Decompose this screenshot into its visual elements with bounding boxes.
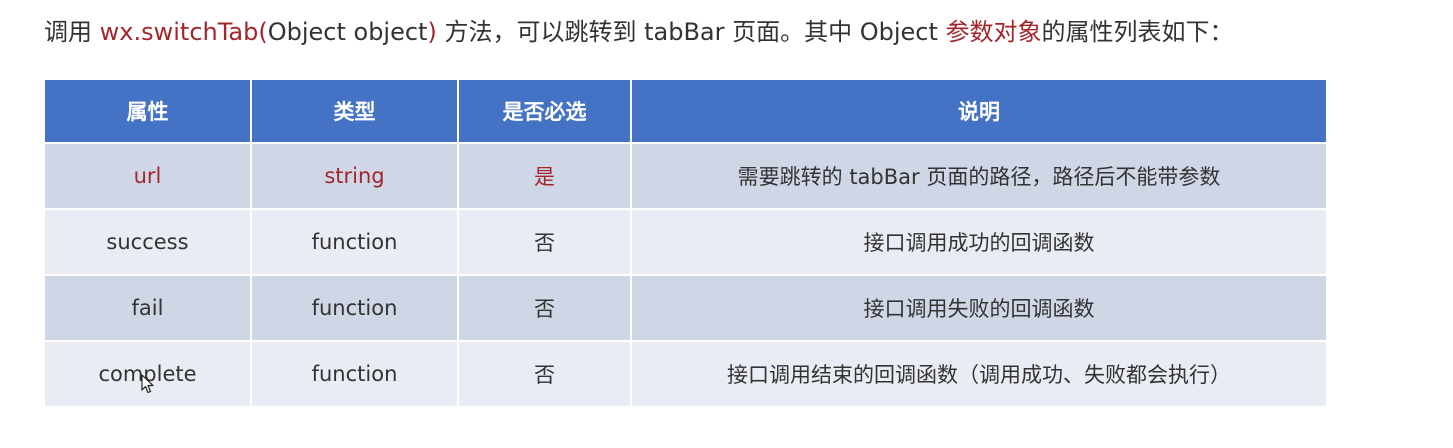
cell-description: 需要跳转的 tabBar 页面的路径，路径后不能带参数: [632, 144, 1326, 208]
cell-name: fail: [45, 276, 250, 340]
intro-paren: ): [427, 18, 437, 46]
intro-param: Object object: [267, 18, 428, 46]
header-attribute: 属性: [45, 80, 250, 142]
intro-param-object: 参数对象: [945, 18, 1042, 46]
intro-api-name: wx.switchTab(: [99, 18, 268, 46]
table-row: url string 是 需要跳转的 tabBar 页面的路径，路径后不能带参数: [45, 144, 1326, 208]
cell-type: function: [252, 342, 457, 406]
intro-part-3: 的属性列表如下：: [1041, 18, 1234, 46]
cell-required: 否: [459, 342, 630, 406]
cell-name: url: [45, 144, 250, 208]
mouse-pointer-icon: [141, 374, 155, 394]
cell-name: success: [45, 210, 250, 274]
cell-required: 否: [459, 276, 630, 340]
cell-description: 接口调用结束的回调函数（调用成功、失败都会执行）: [632, 342, 1326, 406]
cell-type: function: [252, 276, 457, 340]
header-type: 类型: [252, 80, 457, 142]
cell-required: 是: [459, 144, 630, 208]
table-header-row: 属性 类型 是否必选 说明: [45, 80, 1326, 142]
cell-type: string: [252, 144, 457, 208]
header-description: 说明: [632, 80, 1326, 142]
intro-part-1: 调用: [44, 18, 100, 46]
cell-description: 接口调用失败的回调函数: [632, 276, 1326, 340]
table-row: complete function 否 接口调用结束的回调函数（调用成功、失败都…: [45, 342, 1326, 406]
intro-text: 调用 wx.switchTab(Object object) 方法，可以跳转到 …: [44, 14, 1234, 50]
properties-table: 属性 类型 是否必选 说明 url string 是 需要跳转的 tabBar …: [43, 78, 1328, 408]
intro-part-2: 方法，可以跳转到 tabBar 页面。其中 Object: [436, 18, 946, 46]
table-row: success function 否 接口调用成功的回调函数: [45, 210, 1326, 274]
cell-required: 否: [459, 210, 630, 274]
header-required: 是否必选: [459, 80, 630, 142]
table-row: fail function 否 接口调用失败的回调函数: [45, 276, 1326, 340]
cell-type: function: [252, 210, 457, 274]
cell-description: 接口调用成功的回调函数: [632, 210, 1326, 274]
